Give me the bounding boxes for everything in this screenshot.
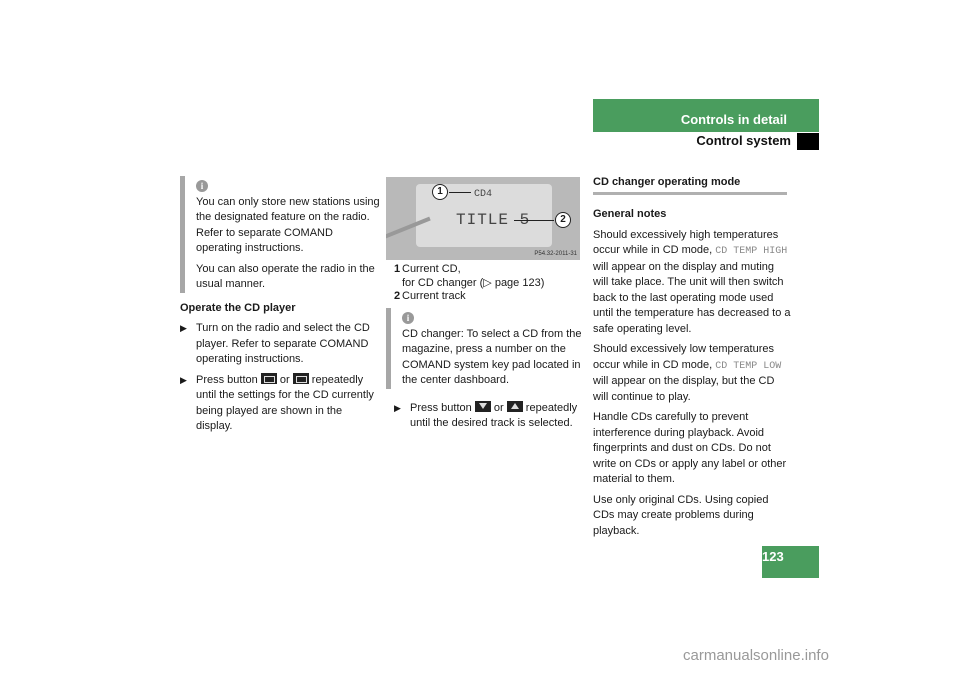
callout-1: 1 [432,184,448,200]
step: ▶ Turn on the radio and select the CD pla… [180,322,370,365]
figure-code: P54.32-2011-31 [534,251,577,257]
info-paragraph: CD changer: To select a CD from the maga… [402,327,582,387]
callout-line [449,192,471,193]
info-box: i You can only store new stations using … [180,176,380,293]
step: ▶ Press button or repeatedly until the se… [180,372,374,432]
down-button-icon [474,400,491,412]
cd-display-figure: CD4 TITLE 5 1 2 P54.32-2011-31 [386,177,580,260]
bullet-arrow-icon: ▶ [180,323,187,333]
right-column: General notes Should excessively high te… [593,207,791,544]
display-button-icon [292,372,309,384]
info-icon: i [402,312,414,324]
figure-legend: 1 Current CD, for CD changer (▷ page 123)… [394,263,544,304]
section-header-bar: Controls in detail [593,99,819,132]
heading-operate-cd: Operate the CD player [180,301,296,314]
page-number: 123 [762,549,784,564]
middle-column: i CD changer: To select a CD from the ma… [386,308,582,437]
watermark[interactable]: carmanualsonline.info [683,647,829,664]
paragraph: Should excessively low temperatures occu… [593,343,782,403]
paragraph: Handle CDs carefully to prevent interfer… [593,411,787,485]
page-number-box: 123 [762,546,819,578]
display-code: CD TEMP HIGH [715,246,788,257]
up-button-icon [506,400,523,412]
section-title: Controls in detail [680,112,787,127]
legend-item: 1 Current CD, [394,263,461,275]
legend-item-cont: for CD changer (▷ page 123) [402,276,545,289]
callout-line [514,220,554,221]
callout-2: 2 [555,212,571,228]
display-button-icon [260,372,277,384]
subheading: General notes [593,208,667,220]
paragraph: Should excessively high temperatures occ… [593,228,791,335]
info-paragraph: You can only store new stations using th… [196,195,380,255]
info-paragraph: You can also operate the radio in the us… [196,262,375,291]
bullet-arrow-icon: ▶ [180,374,187,385]
lcd-current-cd: CD4 [474,189,493,200]
bullet-arrow-icon: ▶ [394,402,401,413]
subsection-title: Control system [696,133,791,148]
legend-item: 2 Current track [394,290,466,302]
section-heading: CD changer operating mode [593,176,787,195]
step: ▶ Press button or repeatedly until the de… [394,400,578,429]
info-box: i CD changer: To select a CD from the ma… [386,308,582,389]
left-column: i You can only store new stations using … [180,176,380,440]
info-icon: i [196,180,208,192]
paragraph: Use only original CDs. Using copied CDs … [593,493,769,537]
display-code: CD TEMP LOW [715,360,782,372]
header-marker [797,133,819,150]
